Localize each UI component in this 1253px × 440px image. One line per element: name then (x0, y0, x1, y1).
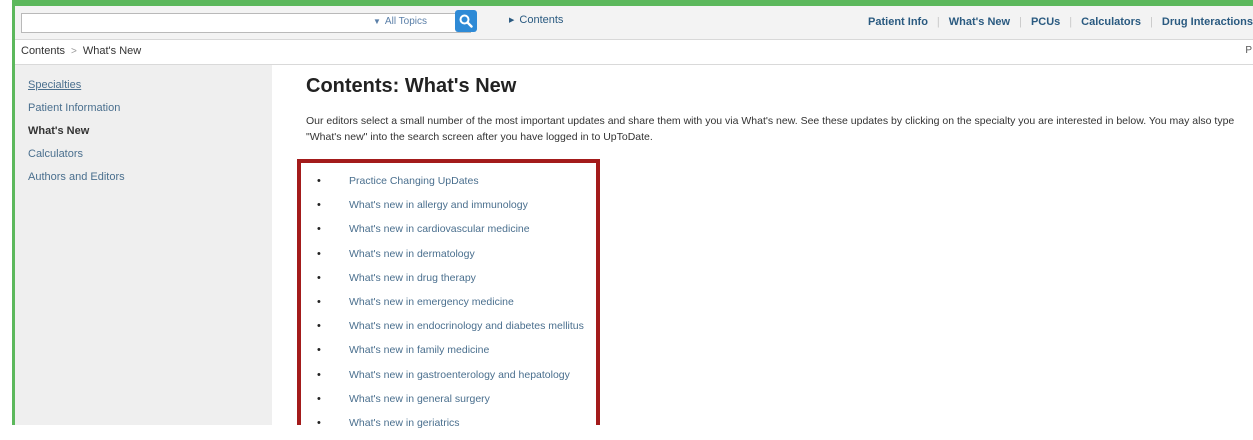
breadcrumb-bar: Contents > What's New P (15, 40, 1253, 65)
breadcrumb-right-text[interactable]: P (1245, 45, 1252, 56)
contents-nav-label: Contents (519, 14, 564, 26)
nav-divider: | (1069, 16, 1073, 28)
nav-calculators[interactable]: Calculators (1081, 16, 1141, 28)
dropdown-caret-icon: ▼ (373, 17, 381, 26)
nav-divider: | (936, 16, 940, 28)
sidebar-item-calculators[interactable]: Calculators (28, 148, 83, 160)
nav-divider: | (1150, 16, 1153, 28)
contents-nav-link[interactable]: ▶ Contents (509, 14, 563, 26)
breadcrumb-contents[interactable]: Contents (21, 45, 65, 57)
nav-divider: | (1019, 16, 1022, 28)
nav-pcus[interactable]: PCUs (1031, 16, 1060, 28)
search-button[interactable] (455, 10, 477, 32)
all-topics-dropdown[interactable]: ▼ All Topics (373, 12, 427, 32)
nav-whats-new[interactable]: What's New (949, 16, 1010, 28)
sidebar-item-specialties[interactable]: Specialties (28, 79, 81, 91)
nav-patient-info[interactable]: Patient Info (868, 16, 928, 28)
highlight-box (297, 159, 600, 425)
sidebar: Specialties Patient Information What's N… (15, 65, 272, 425)
top-toolbar: ▼ All Topics ▶ Contents Patient Info | What'… (15, 6, 1253, 40)
sidebar-item-whats-new[interactable]: What's New (28, 125, 89, 137)
all-topics-label: All Topics (384, 16, 427, 27)
search-icon (459, 14, 473, 28)
breadcrumb-whats-new: What's New (82, 45, 142, 57)
triangle-right-icon: ▶ (509, 17, 515, 24)
page-title: Contents: What's New (306, 75, 517, 97)
breadcrumb: Contents > What's New (21, 45, 141, 57)
top-nav: Patient Info | What's New | PCUs | Calculators… (868, 16, 1253, 28)
breadcrumb-separator: > (71, 46, 77, 57)
main-content: Contents: What's New Our editors select … (306, 75, 1246, 143)
sidebar-item-authors-editors[interactable]: Authors and Editors (28, 171, 125, 183)
nav-drug-interactions[interactable]: Drug Interactions (1162, 16, 1253, 28)
intro-paragraph: Our editors select a small number of the… (306, 115, 1235, 143)
sidebar-item-patient-information[interactable]: Patient Information (28, 102, 120, 114)
